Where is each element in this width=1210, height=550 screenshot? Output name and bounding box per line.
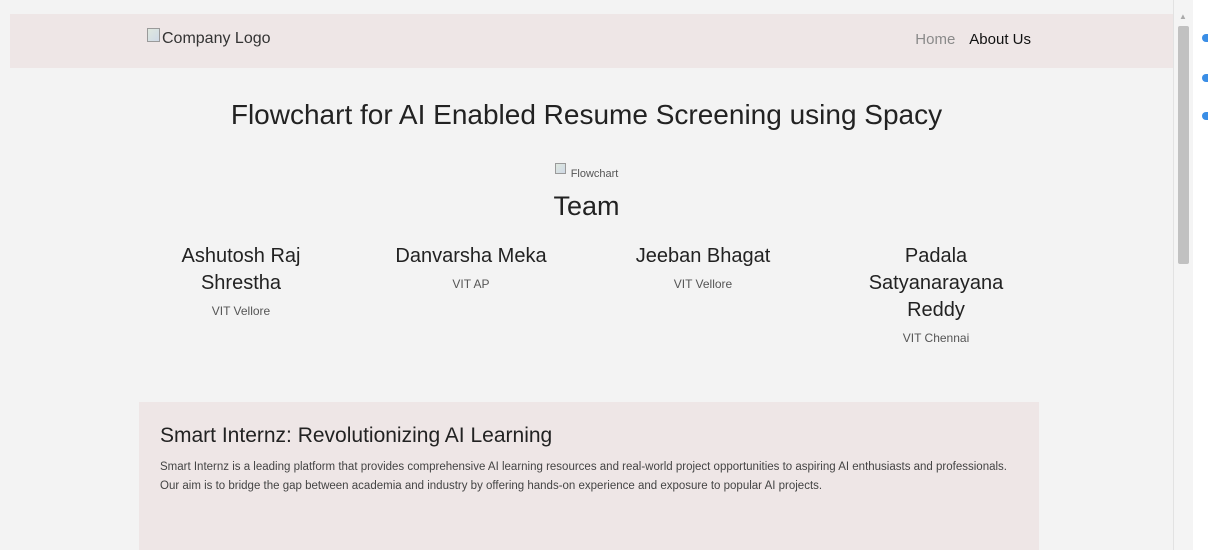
member-name: Ashutosh Raj Shrestha: [181, 245, 301, 294]
side-panel: [1193, 0, 1210, 550]
company-logo[interactable]: Company Logo: [147, 28, 271, 50]
team-heading: Team: [553, 191, 620, 221]
nav-links: Home About Us: [915, 31, 1031, 48]
team-member: Padala Satyanarayana Reddy VIT Chennai: [844, 243, 1028, 345]
flowchart-alt-text: Flowchart: [570, 168, 619, 180]
flowchart-image: Flowchart: [0, 163, 1173, 180]
about-text: Smart Internz is a leading platform that…: [160, 461, 1007, 492]
navbar: Company Logo Home About Us: [10, 14, 1173, 68]
logo-alt-text: Company Logo: [162, 30, 271, 47]
side-accent-mark: [1202, 34, 1208, 42]
page: Company Logo Home About Us Flowchart for…: [0, 0, 1173, 550]
broken-image-icon: [147, 28, 160, 42]
scroll-up-arrow-icon[interactable]: ▲: [1179, 12, 1187, 21]
member-school: VIT Vellore: [211, 304, 271, 318]
team-member: Ashutosh Raj Shrestha VIT Vellore: [162, 243, 320, 318]
about-title: Smart Internz: Revolutionizing AI Learni…: [160, 424, 553, 447]
member-school: VIT Vellore: [673, 277, 733, 291]
nav-home-link[interactable]: Home: [915, 31, 955, 48]
member-name: Padala Satyanarayana Reddy: [868, 245, 1004, 321]
scrollbar-thumb[interactable]: [1178, 26, 1189, 264]
page-title: Flowchart for AI Enabled Resume Screenin…: [230, 99, 943, 130]
side-accent-mark: [1202, 112, 1208, 120]
member-name: Danvarsha Meka: [395, 245, 547, 267]
nav-about-link[interactable]: About Us: [969, 31, 1031, 48]
member-name: Jeeban Bhagat: [635, 245, 771, 267]
member-school: VIT Chennai: [902, 331, 970, 345]
about-section: Smart Internz: Revolutionizing AI Learni…: [139, 402, 1039, 550]
side-accent-mark: [1202, 74, 1208, 82]
team-member: Jeeban Bhagat VIT Vellore: [606, 243, 800, 291]
broken-image-icon: [554, 163, 566, 174]
vertical-scrollbar[interactable]: ▲: [1173, 0, 1193, 550]
member-school: VIT AP: [452, 277, 490, 291]
team-member: Danvarsha Meka VIT AP: [366, 243, 576, 291]
